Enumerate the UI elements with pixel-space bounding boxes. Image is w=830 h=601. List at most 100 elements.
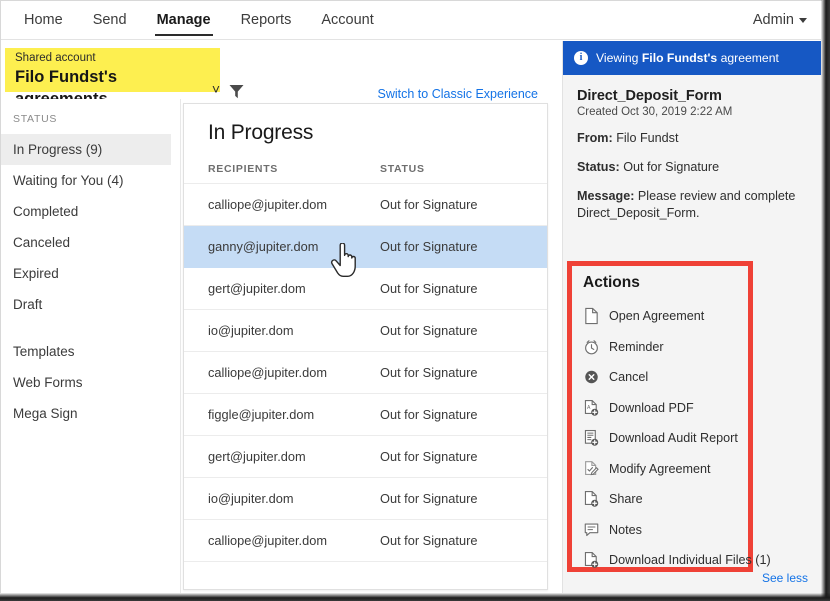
cell-status: Out for Signature xyxy=(380,533,478,548)
sidebar-item-canceled[interactable]: Canceled xyxy=(1,227,180,258)
agreement-message: Message: Please review and complete Dire… xyxy=(577,188,807,222)
download-pdf-icon: A xyxy=(584,399,599,416)
app-window: Home Send Manage Reports Account Admin S… xyxy=(0,0,830,601)
viewing-account-name: Filo Fundst's xyxy=(641,51,718,65)
agreement-details: Direct_Deposit_Form Created Oct 30, 2019… xyxy=(563,75,821,222)
actions-section-annotation: Actions Open Agreement Reminder Cancel A… xyxy=(567,261,771,572)
sidebar-heading-status: STATUS xyxy=(13,113,58,125)
message-label: Message: xyxy=(577,189,635,203)
window-frame-top xyxy=(0,0,822,1)
nav-item-send[interactable]: Send xyxy=(78,1,142,39)
column-header-status: STATUS xyxy=(380,163,425,175)
action-label: Download Individual Files (1) xyxy=(609,553,771,568)
viewing-banner-text: Viewing Filo Fundst's agreement xyxy=(596,51,779,65)
see-less-link[interactable]: See less xyxy=(762,571,808,585)
shared-account-switcher[interactable]: Shared account Filo Fundst's agreements … xyxy=(5,48,220,108)
action-download-individual-files[interactable]: Download Individual Files (1) xyxy=(583,545,771,576)
action-label: Modify Agreement xyxy=(609,461,711,476)
cell-recipient: gert@jupiter.dom xyxy=(208,281,306,296)
agreement-from: From: Filo Fundst xyxy=(577,130,807,147)
status-badge: Out for Signature xyxy=(623,160,720,174)
action-label: Download PDF xyxy=(609,400,694,415)
viewing-prefix: Viewing xyxy=(596,51,642,65)
column-header-recipients: RECIPIENTS xyxy=(208,163,279,175)
actions-list: Actions Open Agreement Reminder Cancel A… xyxy=(572,266,771,576)
switch-to-classic-link[interactable]: Switch to Classic Experience xyxy=(378,87,538,101)
action-label: Cancel xyxy=(609,370,649,385)
agreements-list-card: In Progress RECIPIENTS STATUS calliope@j… xyxy=(183,103,548,590)
sidebar-item-completed[interactable]: Completed xyxy=(1,196,180,227)
action-label: Share xyxy=(609,492,643,507)
sidebar-item-in-progress[interactable]: In Progress (9) xyxy=(1,134,171,165)
cell-recipient: ganny@jupiter.dom xyxy=(208,239,319,254)
table-column-headers: RECIPIENTS STATUS xyxy=(184,145,547,184)
action-label: Open Agreement xyxy=(609,309,705,324)
viewing-suffix: agreement xyxy=(717,51,779,65)
audit-report-icon xyxy=(584,430,599,446)
admin-menu-button[interactable]: Admin xyxy=(753,1,807,39)
cell-recipient: calliope@jupiter.dom xyxy=(208,533,327,548)
cell-recipient: figgle@jupiter.dom xyxy=(208,407,315,422)
action-modify-agreement[interactable]: Modify Agreement xyxy=(583,454,748,485)
sidebar-item-mega-sign[interactable]: Mega Sign xyxy=(1,398,180,429)
table-row[interactable]: calliope@jupiter.dom Out for Signature xyxy=(184,520,547,562)
sidebar-item-waiting-for-you[interactable]: Waiting for You (4) xyxy=(1,165,180,196)
table-row[interactable]: gert@jupiter.dom Out for Signature xyxy=(184,436,547,478)
table-row[interactable]: calliope@jupiter.dom Out for Signature xyxy=(184,352,547,394)
agreement-detail-panel: i Viewing Filo Fundst's agreement Direct… xyxy=(562,41,821,593)
info-icon: i xyxy=(574,51,588,65)
action-reminder[interactable]: Reminder xyxy=(583,332,748,363)
nav-item-home[interactable]: Home xyxy=(9,1,78,39)
page-title: In Progress xyxy=(208,121,314,144)
sidebar-item-templates[interactable]: Templates xyxy=(1,336,180,367)
action-download-pdf[interactable]: A Download PDF xyxy=(583,393,748,424)
chevron-down-icon: ˅ xyxy=(211,81,220,97)
action-notes[interactable]: Notes xyxy=(583,515,748,546)
action-share[interactable]: Share xyxy=(583,484,748,515)
agreement-status: Status: Out for Signature xyxy=(577,159,807,176)
table-row[interactable]: io@jupiter.dom Out for Signature xyxy=(184,310,547,352)
cell-status: Out for Signature xyxy=(380,323,478,338)
top-navigation-bar: Home Send Manage Reports Account Admin xyxy=(1,1,821,40)
window-frame-left xyxy=(0,0,1,593)
table-row[interactable]: calliope@jupiter.dom Out for Signature xyxy=(184,184,547,226)
from-value: Filo Fundst xyxy=(616,131,679,145)
sidebar-item-draft[interactable]: Draft xyxy=(1,289,180,320)
notes-icon xyxy=(584,523,599,536)
action-open-agreement[interactable]: Open Agreement xyxy=(583,301,748,332)
nav-item-account[interactable]: Account xyxy=(306,1,388,39)
action-cancel[interactable]: Cancel xyxy=(583,362,748,393)
document-icon xyxy=(585,308,598,325)
table-row-selected[interactable]: ganny@jupiter.dom Out for Signature xyxy=(184,226,547,268)
sidebar-item-expired[interactable]: Expired xyxy=(1,258,180,289)
table-row[interactable]: gert@jupiter.dom Out for Signature xyxy=(184,268,547,310)
cell-status: Out for Signature xyxy=(380,197,478,212)
agreement-name: Direct_Deposit_Form xyxy=(577,88,722,104)
viewing-banner: i Viewing Filo Fundst's agreement xyxy=(563,41,821,75)
cell-status: Out for Signature xyxy=(380,491,478,506)
action-label: Notes xyxy=(609,522,642,537)
cell-status: Out for Signature xyxy=(380,407,478,422)
action-label: Reminder xyxy=(609,339,664,354)
window-shadow-bottom xyxy=(0,593,830,601)
table-row[interactable]: figgle@jupiter.dom Out for Signature xyxy=(184,394,547,436)
from-label: From: xyxy=(577,131,613,145)
nav-item-reports[interactable]: Reports xyxy=(226,1,307,39)
cell-recipient: calliope@jupiter.dom xyxy=(208,365,327,380)
cell-status: Out for Signature xyxy=(380,365,478,380)
cell-recipient: io@jupiter.dom xyxy=(208,323,294,338)
nav-items: Home Send Manage Reports Account xyxy=(9,1,389,39)
modify-agreement-icon xyxy=(585,460,599,476)
chevron-down-icon xyxy=(799,17,807,23)
sidebar-item-web-forms[interactable]: Web Forms xyxy=(1,367,180,398)
cell-recipient: gert@jupiter.dom xyxy=(208,449,306,464)
cell-status: Out for Signature xyxy=(380,449,478,464)
cell-status: Out for Signature xyxy=(380,281,478,296)
admin-menu-label: Admin xyxy=(752,12,794,28)
table-row[interactable]: io@jupiter.dom Out for Signature xyxy=(184,478,547,520)
action-download-audit-report[interactable]: Download Audit Report xyxy=(583,423,748,454)
filter-icon[interactable] xyxy=(228,83,245,105)
action-label: Download Audit Report xyxy=(609,431,738,446)
status-label: Status: xyxy=(577,160,620,174)
nav-item-manage[interactable]: Manage xyxy=(142,1,226,39)
